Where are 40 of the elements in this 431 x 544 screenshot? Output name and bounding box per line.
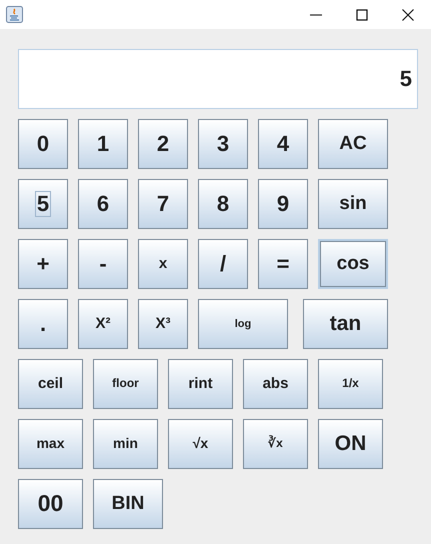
- calculator-key[interactable]: X³: [138, 299, 188, 349]
- calculator-key[interactable]: 0: [18, 119, 68, 169]
- calculator-key[interactable]: tan: [303, 299, 388, 349]
- calculator-key[interactable]: √x: [168, 419, 233, 469]
- calculator-key[interactable]: AC: [318, 119, 388, 169]
- calculator-key[interactable]: cos: [318, 239, 388, 289]
- calculator-key[interactable]: 1: [78, 119, 128, 169]
- calculator-key[interactable]: 00: [18, 479, 83, 529]
- calculator-key[interactable]: .: [18, 299, 68, 349]
- display-value: 5: [400, 66, 412, 92]
- calculator-key[interactable]: X²: [78, 299, 128, 349]
- close-icon: [402, 8, 414, 20]
- calculator-key[interactable]: 6: [78, 179, 128, 229]
- calculator-key[interactable]: 3: [198, 119, 248, 169]
- calculator-key[interactable]: BIN: [93, 479, 163, 529]
- maximize-icon: [356, 8, 368, 20]
- app-icon: [6, 6, 23, 23]
- calculator-key[interactable]: x: [138, 239, 188, 289]
- calculator-key[interactable]: ON: [318, 419, 383, 469]
- calculator-key[interactable]: 7: [138, 179, 188, 229]
- calculator-key[interactable]: max: [18, 419, 83, 469]
- calculator-key[interactable]: 1/x: [318, 359, 383, 409]
- calculator-key[interactable]: floor: [93, 359, 158, 409]
- calculator-key[interactable]: 5: [18, 179, 68, 229]
- calculator-key[interactable]: log: [198, 299, 288, 349]
- calculator-key[interactable]: -: [78, 239, 128, 289]
- display-field[interactable]: 5: [18, 49, 418, 109]
- calculator-key[interactable]: sin: [318, 179, 388, 229]
- calculator-key[interactable]: abs: [243, 359, 308, 409]
- calculator-key[interactable]: /: [198, 239, 248, 289]
- calculator-key[interactable]: ceil: [18, 359, 83, 409]
- calculator-key[interactable]: =: [258, 239, 308, 289]
- calculator-key[interactable]: 9: [258, 179, 308, 229]
- calculator-key[interactable]: ∛x: [243, 419, 308, 469]
- calculator-key[interactable]: 2: [138, 119, 188, 169]
- calculator-key[interactable]: rint: [168, 359, 233, 409]
- calculator-key[interactable]: 8: [198, 179, 248, 229]
- calculator-key[interactable]: 4: [258, 119, 308, 169]
- calculator-key[interactable]: min: [93, 419, 158, 469]
- calculator-key[interactable]: +: [18, 239, 68, 289]
